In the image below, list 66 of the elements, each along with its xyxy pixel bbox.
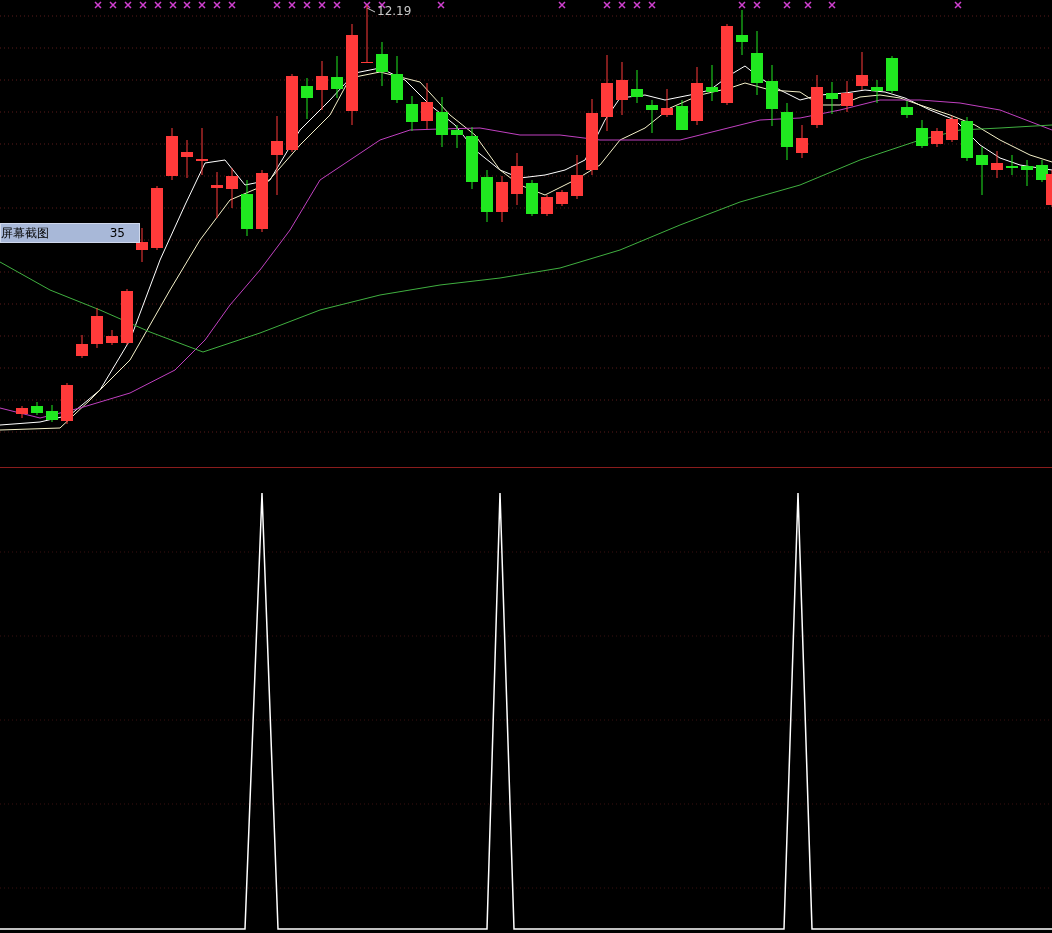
tooltip-value: 35 xyxy=(109,226,125,240)
leader-line xyxy=(366,7,376,13)
candlestick xyxy=(76,334,88,359)
candlestick xyxy=(541,194,553,217)
candlestick xyxy=(376,41,388,87)
candlestick xyxy=(811,74,823,129)
candlestick xyxy=(16,405,28,419)
candlestick xyxy=(796,124,808,159)
candlestick xyxy=(1021,159,1033,187)
candlestick xyxy=(511,152,523,206)
candlestick xyxy=(631,69,643,104)
candlestick xyxy=(496,175,508,223)
high-price-label: 12.19 xyxy=(377,4,412,18)
candlestick xyxy=(91,307,103,349)
candlestick xyxy=(616,61,628,116)
candlestick xyxy=(406,95,418,132)
candlestick xyxy=(151,185,163,251)
candlestick xyxy=(136,227,148,263)
candlestick xyxy=(661,88,673,118)
candlestick xyxy=(676,99,688,131)
candlestick xyxy=(121,288,133,346)
candlestick xyxy=(436,96,448,148)
candlestick xyxy=(361,4,373,64)
candlestick xyxy=(961,116,973,162)
candlestick xyxy=(301,77,313,120)
candlestick xyxy=(916,119,928,149)
candlestick xyxy=(331,55,343,99)
candlestick xyxy=(211,171,223,219)
candlestick xyxy=(106,329,118,346)
candlestick xyxy=(241,179,253,237)
candlestick xyxy=(871,79,883,104)
candlestick xyxy=(256,169,268,233)
candlestick xyxy=(421,82,433,130)
candlestick xyxy=(991,150,1003,179)
candlestick xyxy=(931,127,943,148)
candlestick xyxy=(46,404,58,423)
tooltip-label: 屏幕截图 xyxy=(1,224,49,242)
candlestick xyxy=(946,115,958,143)
candlestick xyxy=(451,124,463,149)
candlestick xyxy=(826,81,838,115)
candlestick xyxy=(976,146,988,196)
candlestick xyxy=(736,9,748,56)
candlestick xyxy=(166,127,178,181)
candlestick xyxy=(391,55,403,104)
candlestick xyxy=(526,179,538,217)
candlestick xyxy=(841,80,853,113)
candlestick xyxy=(766,64,778,127)
candlestick xyxy=(706,64,718,102)
candlestick xyxy=(226,167,238,209)
candlestick xyxy=(901,100,913,119)
candlestick xyxy=(181,139,193,179)
candlestick xyxy=(196,127,208,176)
candlestick xyxy=(571,154,583,200)
candlestick xyxy=(31,401,43,416)
candlestick xyxy=(61,382,73,425)
candlestick xyxy=(691,66,703,126)
candlestick xyxy=(886,55,898,94)
candlestick xyxy=(466,126,478,190)
candlestick xyxy=(646,99,658,134)
candlestick xyxy=(316,60,328,111)
candlestick xyxy=(481,169,493,223)
candlestick xyxy=(856,51,868,91)
candlestick xyxy=(556,189,568,207)
candlestick xyxy=(751,30,763,96)
candlestick xyxy=(781,102,793,161)
candlestick xyxy=(1006,154,1018,176)
